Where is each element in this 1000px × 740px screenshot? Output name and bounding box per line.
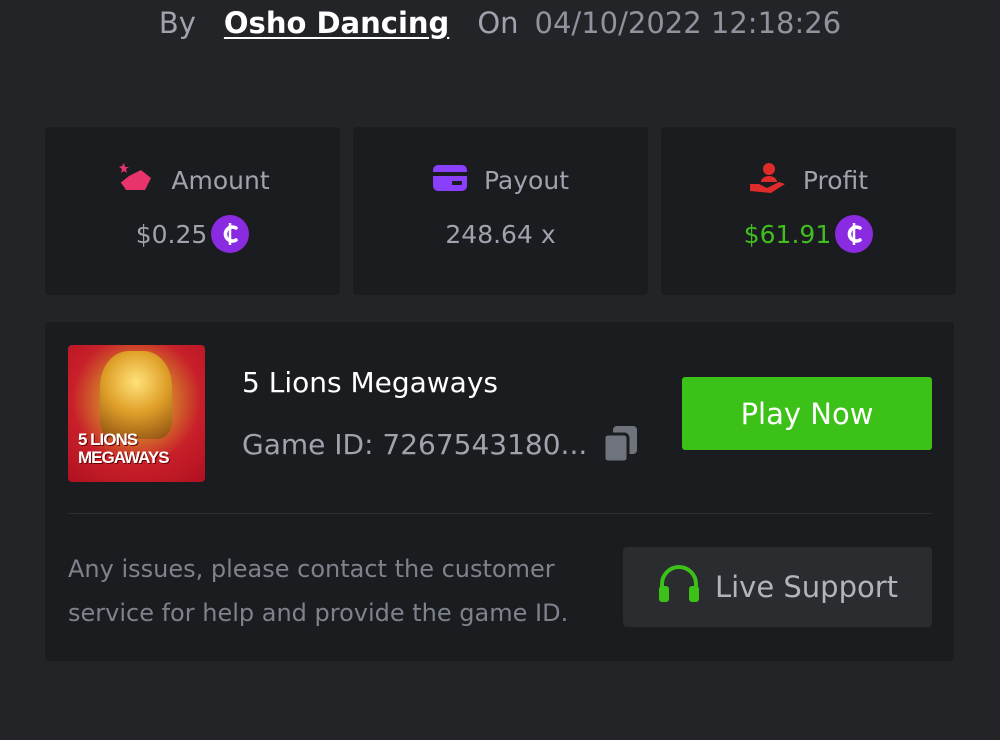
hand-coins-icon: [115, 162, 155, 198]
copy-icon[interactable]: [602, 425, 639, 464]
coin-icon: [211, 215, 250, 253]
game-card: 5 LIONS MEGAWAYS 5 Lions Megaways Game I…: [45, 322, 954, 661]
coin-icon: [835, 215, 874, 253]
card-icon: [432, 164, 468, 196]
game-id-row: Game ID: 7267543180...: [242, 425, 639, 464]
username-link[interactable]: Osho Dancing: [224, 6, 449, 40]
amount-value: $0.25: [135, 219, 208, 249]
payout-label: Payout: [483, 165, 569, 195]
amount-label: Amount: [171, 165, 270, 195]
help-text: Any issues, please contact the customer …: [68, 555, 569, 627]
divider: [68, 513, 932, 514]
profit-label: Profit: [802, 165, 869, 195]
game-id: Game ID: 7267543180...: [242, 427, 588, 461]
game-thumbnail[interactable]: 5 LIONS MEGAWAYS: [68, 345, 205, 482]
bet-header: By Osho Dancing On 04/10/2022 12:18:26: [0, 0, 1000, 46]
lion-icon: [100, 351, 172, 439]
hand-user-icon: [749, 162, 787, 198]
payout-value: 248.64 x: [445, 219, 556, 249]
live-support-button[interactable]: Live Support: [623, 547, 932, 627]
stats-row: Amount $0.25 Payout 248.64 x Profit $61.…: [45, 127, 956, 295]
thumbnail-title: 5 LIONS MEGAWAYS: [78, 430, 170, 467]
live-support-label: Live Support: [714, 570, 899, 604]
headset-icon: [657, 564, 701, 611]
timestamp: 04/10/2022 12:18:26: [534, 6, 842, 40]
game-name: 5 Lions Megaways: [242, 366, 498, 399]
profit-value: $61.91: [743, 219, 832, 249]
stat-profit: Profit $61.91: [661, 127, 956, 295]
play-now-button[interactable]: Play Now: [682, 377, 932, 450]
on-label: On: [477, 6, 519, 40]
by-label: By: [158, 6, 196, 40]
stat-amount: Amount $0.25: [45, 127, 340, 295]
stat-payout: Payout 248.64 x: [353, 127, 648, 295]
